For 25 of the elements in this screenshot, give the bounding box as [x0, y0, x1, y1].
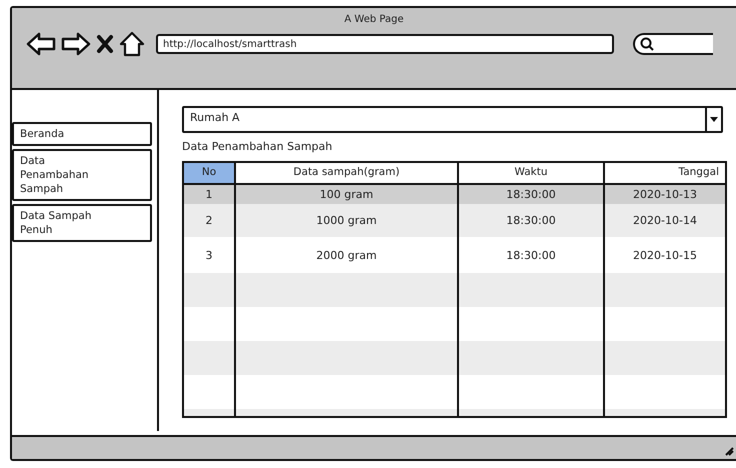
- house-dropdown[interactable]: Rumah A: [182, 106, 723, 133]
- resize-grip-icon[interactable]: [724, 446, 734, 456]
- table-cell-text: 2020-10-15: [632, 248, 698, 264]
- back-icon[interactable]: [26, 32, 56, 56]
- search-field[interactable]: [633, 33, 713, 55]
- sidebar-item[interactable]: Data Sampah Penuh: [12, 204, 152, 242]
- table-row[interactable]: 1 100 gram 18:30:00 2020-10-13: [184, 185, 725, 204]
- sidebar-item[interactable]: Data Penambahan Sampah: [12, 149, 152, 201]
- window-title: A Web Page: [344, 14, 404, 25]
- table-cell-text: 2020-10-13: [632, 187, 698, 203]
- section-title: Data Penambahan Sampah: [182, 140, 334, 153]
- search-icon: [640, 37, 654, 51]
- table-cell-text: 2020-10-14: [632, 213, 698, 229]
- forward-icon[interactable]: [61, 32, 91, 56]
- table-cell: 18:30:00: [459, 237, 605, 273]
- table-cell: 2000 gram: [236, 237, 459, 273]
- address-field[interactable]: http://localhost/smarttrash: [156, 34, 614, 54]
- sidebar-item[interactable]: Beranda: [12, 122, 152, 146]
- caret-icon: [710, 116, 718, 122]
- column-header[interactable]: No: [184, 163, 236, 183]
- home-icon[interactable]: [119, 31, 145, 57]
- dropdown-value: Rumah A: [189, 110, 241, 126]
- table-row[interactable]: 2 1000 gram 18:30:00 2020-10-14: [184, 204, 725, 237]
- close-icon[interactable]: [96, 34, 114, 54]
- table-cell: 3: [184, 237, 236, 273]
